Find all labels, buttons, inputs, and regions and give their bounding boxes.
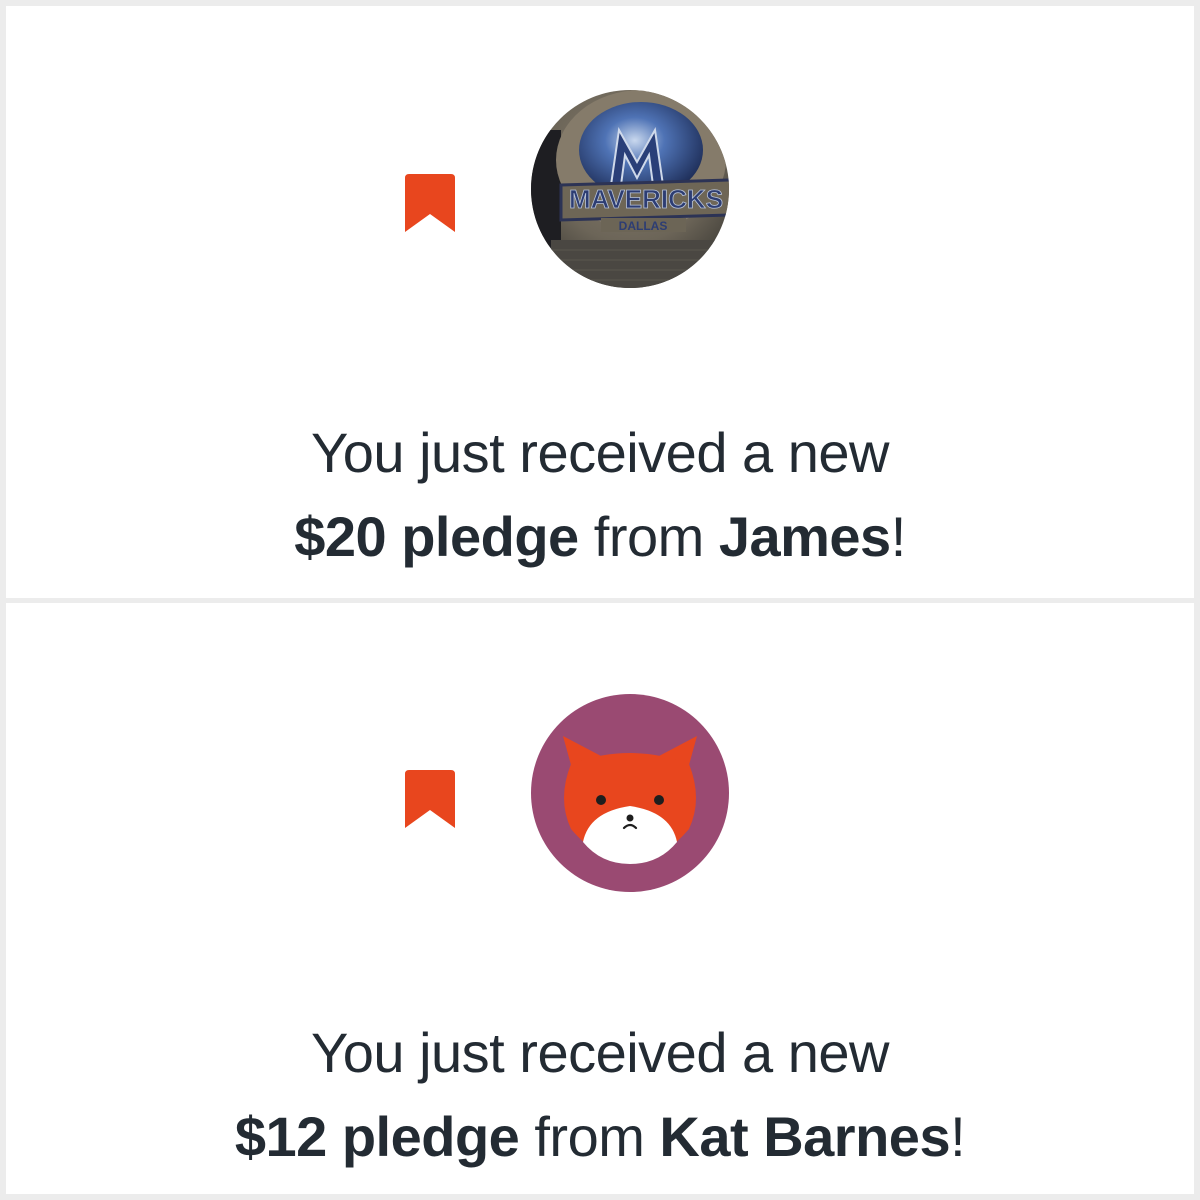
bookmark-icon xyxy=(405,770,455,828)
cap-logo-subtext: DALLAS xyxy=(619,219,668,233)
message-line-1: You just received a new xyxy=(311,1021,889,1084)
from-text: from xyxy=(519,1105,660,1168)
pledger-name: James xyxy=(718,505,891,568)
notification-message: You just received a new $12 pledge from … xyxy=(6,1011,1194,1179)
exclamation: ! xyxy=(890,505,907,568)
notification-card[interactable]: You just received a new $12 pledge from … xyxy=(6,603,1194,1194)
pledger-name: Kat Barnes xyxy=(659,1105,951,1168)
pledge-amount: $20 pledge xyxy=(294,505,579,568)
message-line-1: You just received a new xyxy=(311,421,889,484)
message-line-2: $20 pledge from James! xyxy=(6,495,1194,579)
notification-stack: MAVERICKS DALLAS You just received a new… xyxy=(0,0,1200,1200)
avatar: MAVERICKS DALLAS xyxy=(531,90,729,288)
avatar xyxy=(531,694,729,892)
fox-avatar xyxy=(531,694,729,892)
mavericks-cap-photo: MAVERICKS DALLAS xyxy=(531,90,729,288)
notification-card[interactable]: MAVERICKS DALLAS You just received a new… xyxy=(6,6,1194,598)
exclamation: ! xyxy=(950,1105,966,1168)
bookmark-icon xyxy=(405,174,455,232)
message-line-2: $12 pledge from Kat Barnes! xyxy=(6,1095,1194,1179)
pledge-amount: $12 pledge xyxy=(234,1105,520,1168)
from-text: from xyxy=(578,505,719,568)
cap-logo-text: MAVERICKS xyxy=(569,184,723,214)
notification-message: You just received a new $20 pledge from … xyxy=(6,411,1194,579)
